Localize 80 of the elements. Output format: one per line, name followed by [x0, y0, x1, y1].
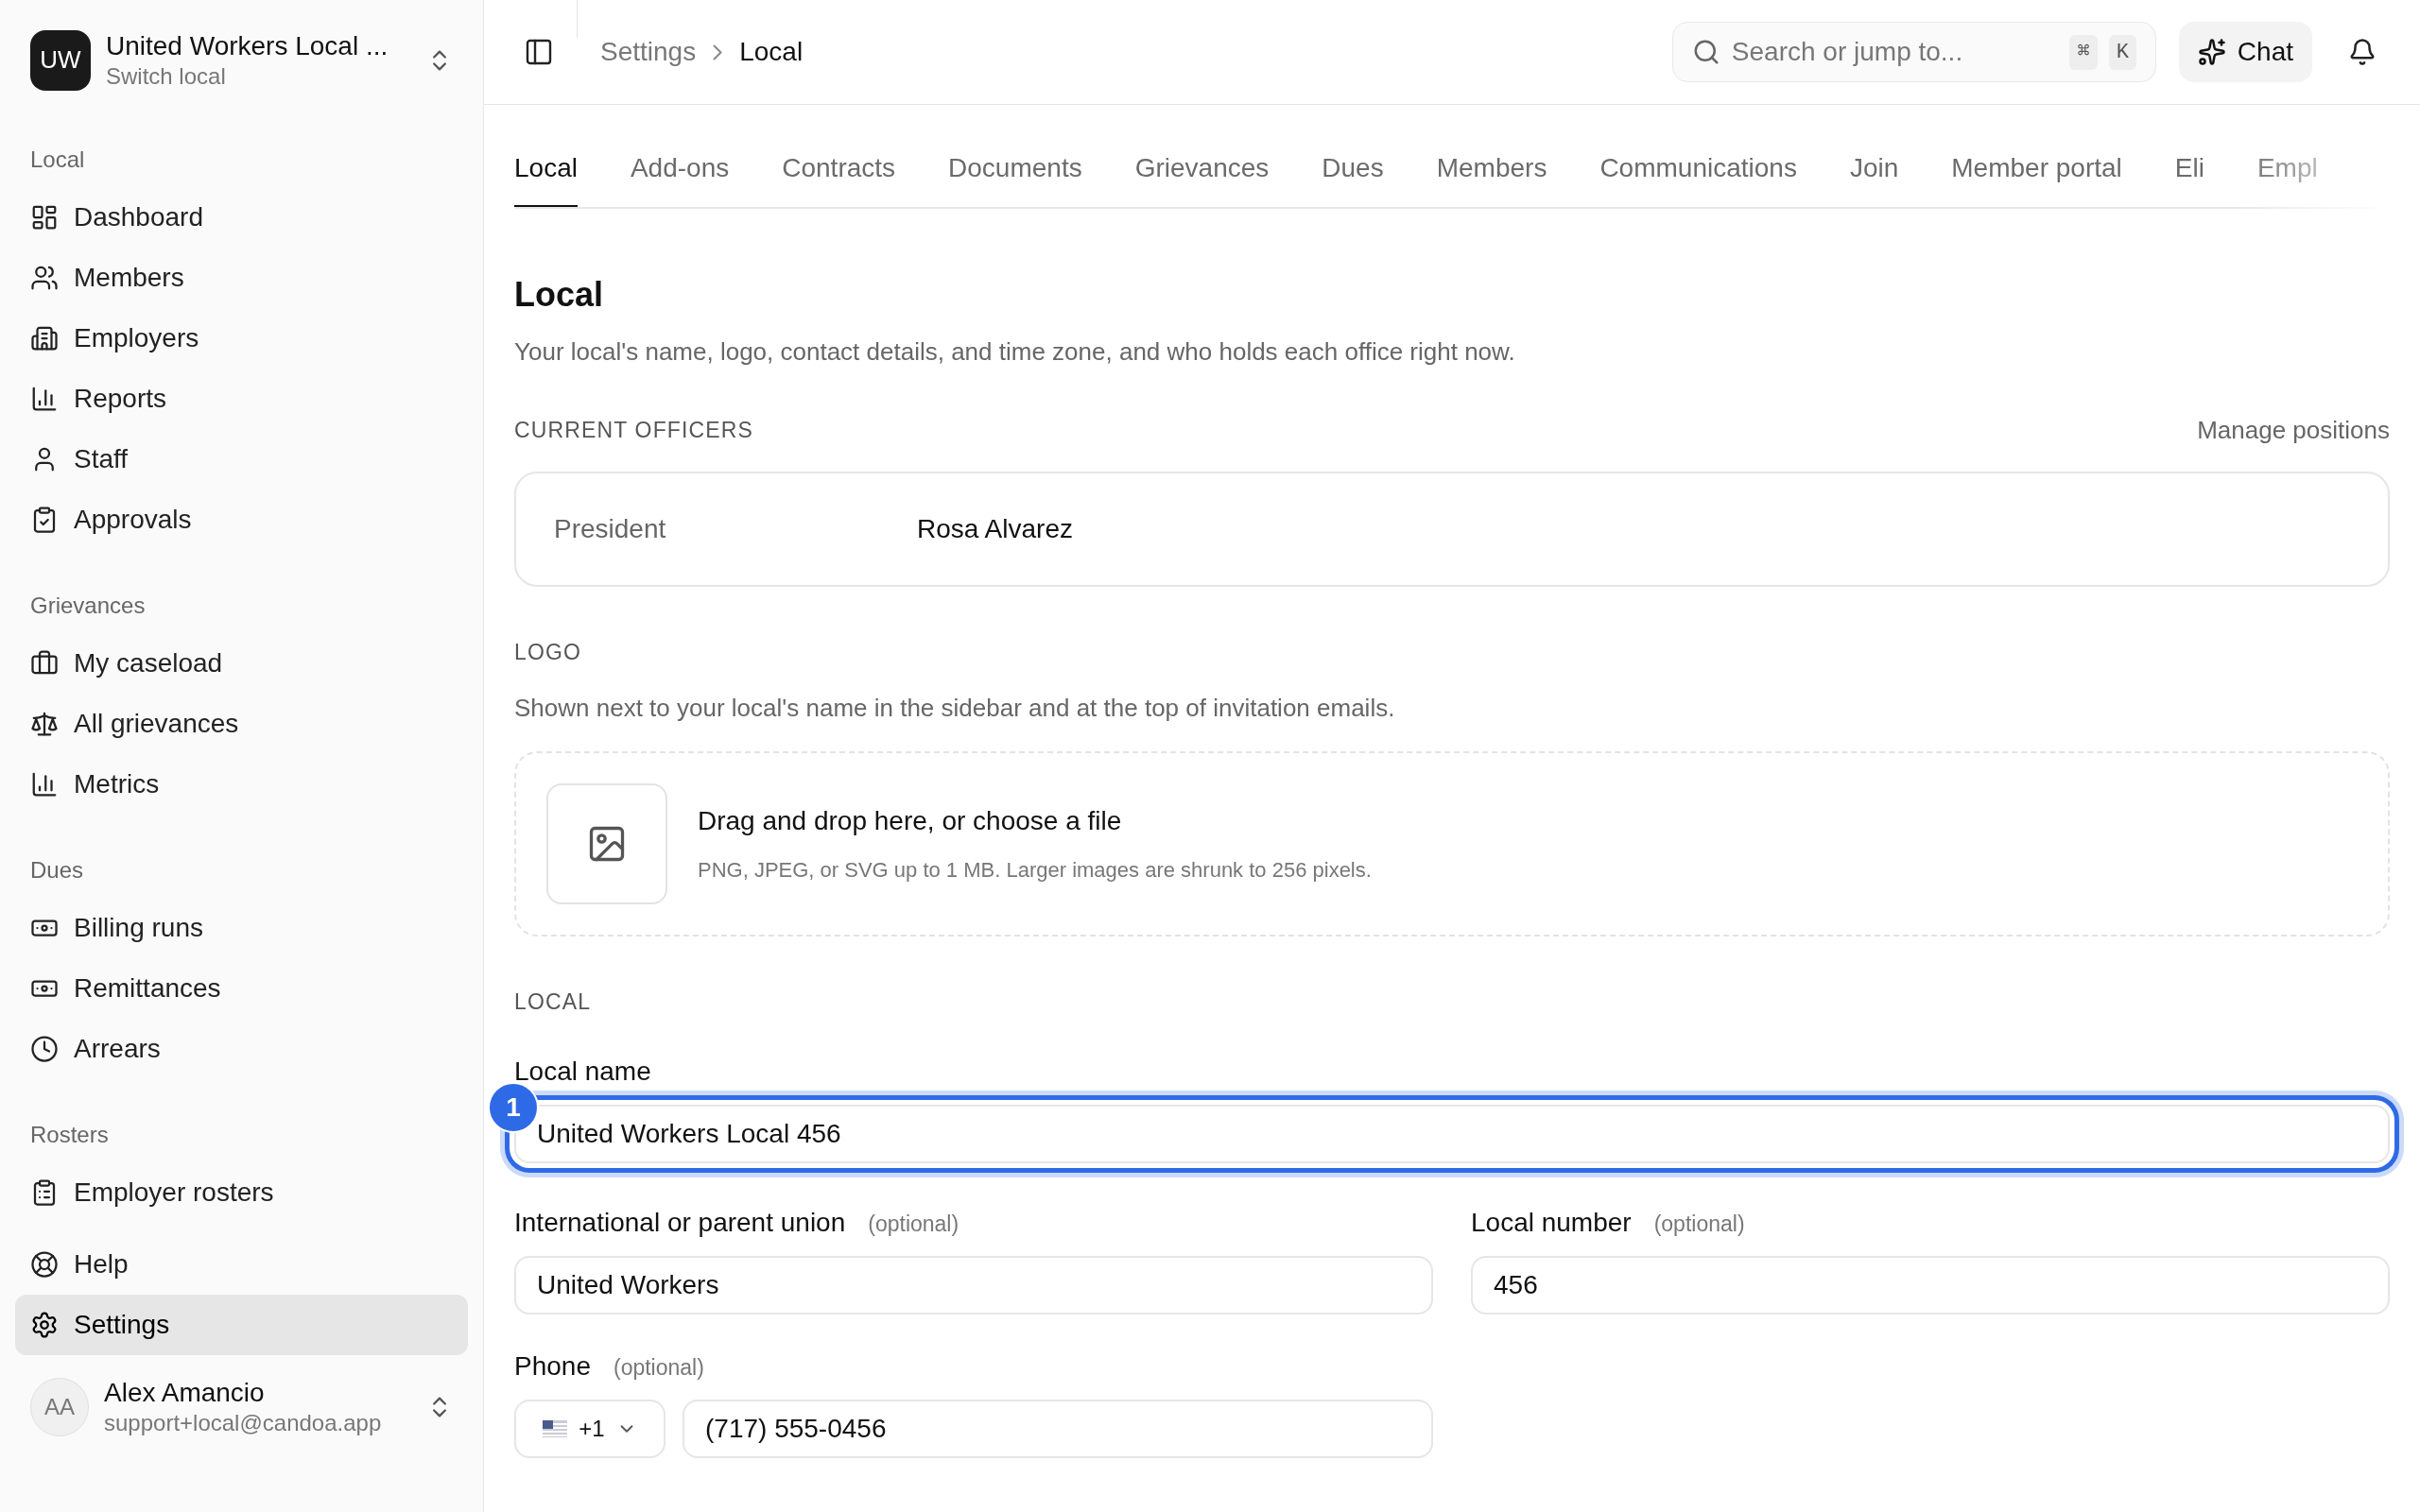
phone-field[interactable]: (717) 555-0456 — [683, 1400, 1433, 1458]
scale-icon — [30, 710, 59, 738]
section-heading: LOCAL — [514, 988, 593, 1016]
section-label: Dues — [30, 856, 85, 885]
chevron-right-icon — [713, 43, 723, 60]
breadcrumb-item[interactable]: Local — [739, 32, 804, 72]
field-label: International or parent union — [514, 1207, 846, 1239]
settings-tab[interactable]: Dues — [1322, 148, 1384, 207]
settings-tab[interactable]: Documents — [948, 148, 1082, 207]
user-avatar: AA — [30, 1377, 89, 1436]
section-label: Grievances — [30, 592, 147, 620]
sidebar-item[interactable]: Remittances — [15, 958, 468, 1019]
shortcut-key: K — [2108, 34, 2136, 70]
dropzone-hint: PNG, JPEG, or SVG up to 1 MB. Larger images are shrunk to 256 pixels. — [698, 857, 1372, 884]
sidebar-toggle-icon[interactable] — [524, 37, 554, 67]
sidebar-item[interactable]: All grievances — [15, 694, 468, 754]
notifications-icon[interactable] — [2348, 38, 2377, 66]
settings-icon — [30, 1311, 59, 1339]
sidebar-item[interactable]: Approvals — [15, 490, 468, 550]
sidebar-item[interactable]: Help — [15, 1234, 468, 1295]
sidebar-item[interactable]: Metrics — [15, 754, 468, 815]
officer-name: Rosa Alvarez — [917, 513, 1073, 545]
settings-tab[interactable]: Members — [1436, 148, 1547, 207]
settings-tab[interactable]: Eli — [2174, 148, 2204, 207]
sidebar-item[interactable]: Billing runs — [15, 898, 468, 958]
settings-tab[interactable]: Communications — [1599, 148, 1797, 207]
sidebar-item[interactable]: Dashboard — [15, 187, 468, 248]
manage-positions-link[interactable]: Manage positions — [2197, 412, 2390, 449]
search-field[interactable]: Search or jump to... — [1731, 32, 2059, 72]
dropzone-title: Drag and drop here, or choose a file — [698, 805, 1123, 837]
settings-tab[interactable]: Grievances — [1134, 148, 1270, 207]
shortcut-key: ⌘ — [2069, 34, 2098, 70]
page-description: Your local's name, logo, contact details, and time zone, and who holds each office right now. — [514, 336, 1516, 368]
optional-hint: (optional) — [868, 1211, 959, 1238]
sidebar-item[interactable]: Members — [15, 248, 468, 308]
field-label: Phone — [514, 1350, 591, 1383]
section-heading: LOGO — [514, 639, 583, 666]
text-field[interactable]: 456 — [1471, 1256, 2390, 1314]
page-title: Local — [514, 274, 605, 316]
bar-chart-icon — [30, 385, 59, 413]
settings-tab[interactable]: Add-ons — [630, 148, 730, 207]
breadcrumb-item[interactable]: Settings — [600, 32, 697, 72]
section-heading: CURRENT OFFICERS — [514, 417, 754, 445]
org-subtitle: Switch local — [106, 62, 227, 91]
org-avatar: UW — [30, 29, 91, 91]
settings-tab[interactable]: Contracts — [782, 148, 896, 207]
sidebar-item[interactable]: Employers — [15, 308, 468, 369]
country-code-select[interactable]: +1 — [514, 1400, 666, 1458]
text-field[interactable]: United Workers — [514, 1256, 1433, 1314]
optional-hint: (optional) — [613, 1354, 704, 1382]
chat-button[interactable]: Chat — [2178, 22, 2312, 82]
org-name: United Workers Local ... — [106, 30, 389, 62]
optional-hint: (optional) — [1653, 1211, 1745, 1238]
sidebar-item[interactable]: My caseload — [15, 633, 468, 694]
sidebar-item[interactable]: Staff — [15, 429, 468, 490]
annotation-badge: 1 — [488, 1082, 539, 1133]
field-label: Local number — [1471, 1207, 1632, 1239]
search-bar[interactable]: Search or jump to... ⌘ K — [1671, 22, 2156, 82]
sidebar-item[interactable]: Reports — [15, 369, 468, 429]
sidebar-item[interactable]: Settings — [15, 1295, 468, 1355]
sidebar-item[interactable]: Arrears — [15, 1019, 468, 1079]
bar-chart-icon — [30, 770, 59, 799]
clock-icon — [30, 1035, 59, 1063]
flag-icon — [543, 1420, 568, 1437]
settings-tab[interactable]: Local — [514, 148, 578, 207]
section-label: Rosters — [30, 1121, 110, 1149]
dashboard-icon — [30, 203, 59, 232]
logo-dropzone[interactable]: Drag and drop here, or choose a file PNG, JPEG, or SVG up to 1 MB. Larger images are shrunk to 256 pixels. — [514, 750, 2390, 936]
building-icon — [30, 324, 59, 352]
user-name: Alex Amancio — [104, 1377, 266, 1409]
section-label: Local — [30, 146, 86, 174]
lifebuoy-icon — [30, 1250, 59, 1279]
sidebar-item[interactable]: Employer rosters — [15, 1162, 468, 1223]
sparkles-icon — [2197, 38, 2226, 66]
settings-tab[interactable]: Member portal — [1951, 148, 2122, 207]
users-icon — [30, 264, 59, 292]
section-description: Shown next to your local's name in the sidebar and at the top of invitation emails. — [514, 692, 1396, 724]
user-email: support+local@candoa.app — [104, 1409, 383, 1437]
settings-tab[interactable]: Join — [1849, 148, 1899, 207]
officer-role: President — [554, 513, 667, 545]
